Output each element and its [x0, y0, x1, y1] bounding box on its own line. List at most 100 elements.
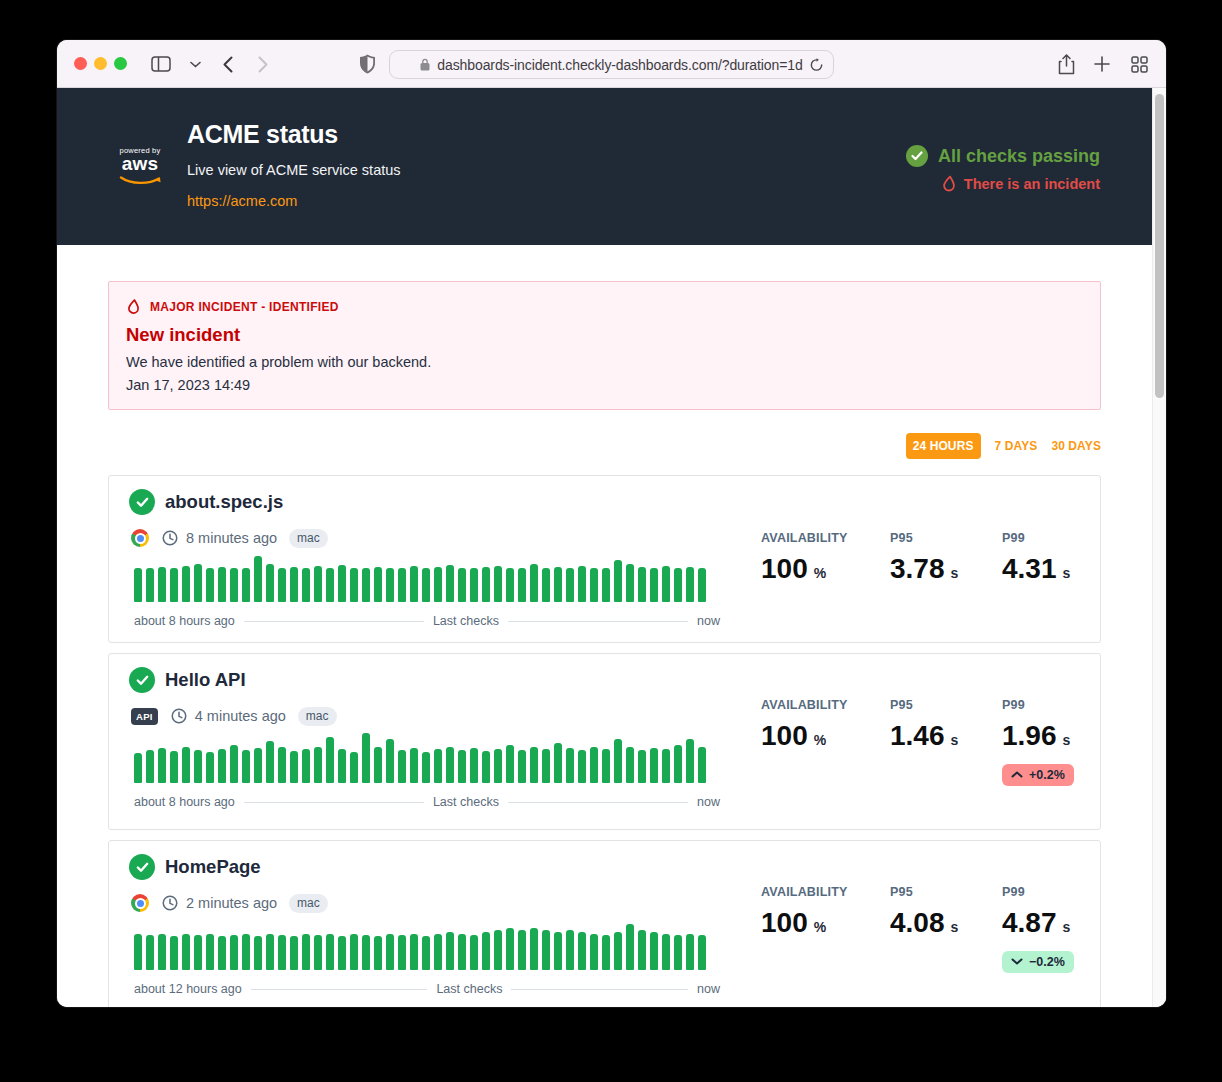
uptime-bar [482, 567, 490, 602]
uptime-bar [134, 934, 142, 970]
sidebar-toggle-icon[interactable] [149, 40, 173, 88]
p95-label: P95 [890, 531, 1002, 547]
p99-value: 1.96 [1002, 720, 1057, 752]
page-scrollbar[interactable] [1152, 88, 1166, 1007]
minimize-window-button[interactable] [94, 57, 107, 70]
uptime-bar [638, 567, 646, 602]
forward-button[interactable] [255, 40, 271, 88]
uptime-bar [458, 934, 466, 970]
uptime-bar [230, 935, 238, 970]
uptime-bar [602, 935, 610, 970]
tab-overview-icon[interactable] [1129, 40, 1149, 88]
uptime-bar [326, 568, 334, 602]
new-tab-icon[interactable] [1093, 40, 1111, 88]
uptime-bar [518, 750, 526, 783]
uptime-bar [206, 934, 214, 970]
axis-line [508, 621, 688, 622]
uptime-bar [398, 750, 406, 783]
availability-label: AVAILABILITY [761, 698, 890, 714]
uptime-bar [158, 748, 166, 783]
back-button[interactable] [220, 40, 236, 88]
check-name: about.spec.js [165, 491, 283, 513]
uptime-bar [422, 752, 430, 783]
p99-value: 4.31 [1002, 553, 1057, 585]
uptime-bar [170, 751, 178, 783]
uptime-bar [494, 566, 502, 602]
all-passing-check-icon [906, 145, 928, 167]
close-window-button[interactable] [74, 57, 87, 70]
uptime-bar [446, 932, 454, 970]
zoom-window-button[interactable] [114, 57, 127, 70]
axis-left-label: about 8 hours ago [134, 614, 235, 628]
location-badge: mac [289, 529, 328, 548]
uptime-bar [278, 568, 286, 602]
axis-left-label: about 12 hours ago [134, 982, 242, 996]
availability-value: 100 [761, 720, 808, 752]
uptime-bar [146, 750, 154, 783]
dashboard-header: powered by aws ACME status Live view of … [57, 88, 1152, 245]
incident-banner: MAJOR INCIDENT - IDENTIFIED New incident… [108, 281, 1101, 410]
uptime-bar [278, 935, 286, 970]
uptime-bar [266, 934, 274, 970]
privacy-shield-icon[interactable] [357, 40, 377, 88]
scrollbar-thumb[interactable] [1155, 94, 1164, 398]
uptime-bar [134, 753, 142, 783]
uptime-bar [302, 934, 310, 970]
uptime-bar [638, 930, 646, 970]
axis-center-label: Last checks [436, 982, 502, 996]
uptime-bar [290, 936, 298, 970]
availability-value: 100 [761, 907, 808, 939]
acme-link[interactable]: https://acme.com [187, 193, 297, 209]
p99-value: 4.87 [1002, 907, 1057, 939]
uptime-bar [698, 747, 706, 783]
trend-chip: −0.2% [1002, 951, 1074, 973]
last-run-time: 8 minutes ago [186, 530, 277, 546]
tab-7-days[interactable]: 7 DAYS [995, 439, 1038, 453]
chrome-browser-icon [131, 529, 149, 547]
uptime-bar [578, 750, 586, 783]
api-type-badge: API [131, 708, 158, 725]
uptime-bar [566, 930, 574, 970]
uptime-bar [662, 749, 670, 783]
chart-axis: about 8 hours ago Last checks now [134, 614, 720, 628]
uptime-bar [146, 568, 154, 602]
uptime-bar [194, 750, 202, 783]
uptime-bar [422, 936, 430, 970]
uptime-bar [386, 568, 394, 602]
uptime-bar [218, 936, 226, 970]
uptime-bar [302, 568, 310, 602]
uptime-bar [434, 934, 442, 970]
p99-label: P99 [1002, 531, 1082, 547]
check-card: Hello API API 4 minutes ago mac about 8 … [108, 653, 1101, 830]
uptime-bar [446, 565, 454, 602]
uptime-bar [470, 748, 478, 783]
uptime-bar [506, 928, 514, 970]
tab-24-hours[interactable]: 24 HOURS [906, 433, 981, 459]
tab-30-days[interactable]: 30 DAYS [1051, 439, 1101, 453]
reload-icon[interactable] [809, 57, 824, 76]
uptime-bar [542, 568, 550, 602]
chart-axis: about 8 hours ago Last checks now [134, 795, 720, 809]
check-passing-icon [129, 489, 155, 515]
axis-right-label: now [697, 795, 720, 809]
uptime-bar [218, 567, 226, 602]
axis-center-label: Last checks [433, 795, 499, 809]
uptime-bar [302, 749, 310, 783]
uptime-bar [386, 739, 394, 783]
uptime-bar [602, 749, 610, 783]
address-bar[interactable]: dashboards-incident.checkly-dashboards.c… [389, 50, 834, 79]
check-stats: AVAILABILITY 100% P95 3.78s P99 4.31s [761, 476, 1082, 642]
page-subtitle: Live view of ACME service status [187, 162, 401, 178]
uptime-bar [278, 747, 286, 783]
aws-swoosh [118, 176, 162, 186]
uptime-bar [698, 568, 706, 602]
share-icon[interactable] [1057, 40, 1075, 88]
uptime-bar [350, 752, 358, 783]
uptime-bar [254, 748, 262, 783]
uptime-bar [170, 936, 178, 970]
axis-right-label: now [697, 982, 720, 996]
check-cards: about.spec.js 8 minutes ago mac about 8 … [108, 475, 1101, 1007]
uptime-bar [398, 568, 406, 602]
sidebar-chevron-down-icon[interactable] [188, 40, 202, 88]
uptime-bar [554, 932, 562, 970]
